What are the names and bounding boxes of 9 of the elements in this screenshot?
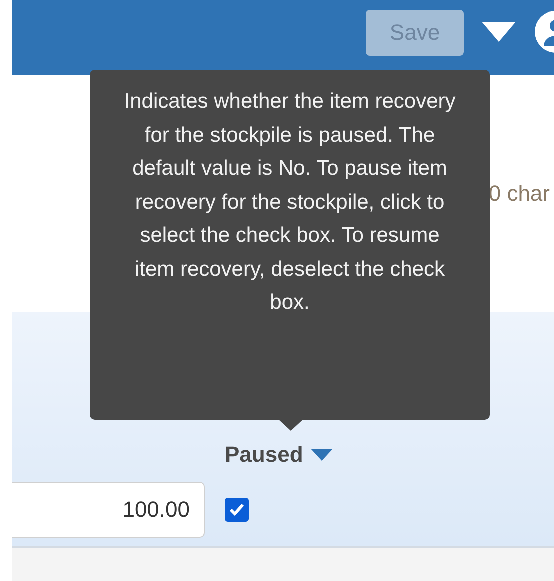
- number-field[interactable]: 100.00: [12, 482, 205, 538]
- sort-caret-icon: [311, 449, 334, 461]
- paused-checkbox[interactable]: [225, 498, 249, 522]
- status-text: 0 char: [488, 180, 550, 206]
- tooltip-pointer: [278, 419, 304, 431]
- caret-down-icon[interactable]: [482, 22, 516, 42]
- tooltip: Indicates whether the item recovery for the stockpile is paused. The default value is No. To pause item recovery for the stockpile, click to select the check box. To resume item recovery, deselect the check box.: [90, 70, 490, 420]
- checkmark-icon: [229, 503, 245, 517]
- column-header[interactable]: Paused: [225, 442, 334, 468]
